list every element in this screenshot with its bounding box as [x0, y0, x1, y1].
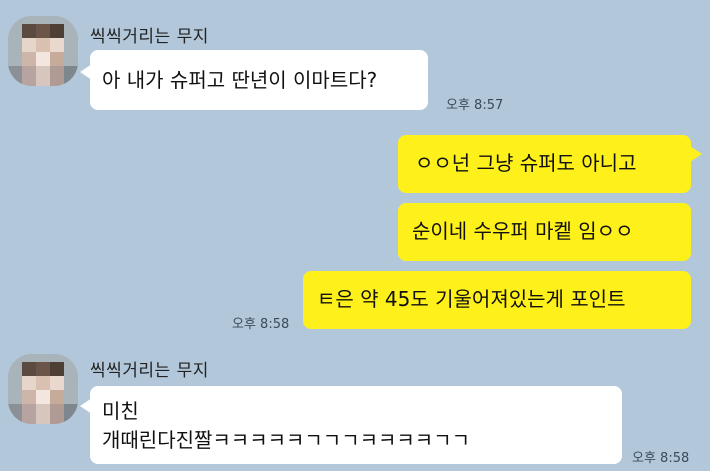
chat-room: 씩씩거리는 무지 아 내가 슈퍼고 딴년이 이마트다? 오후 8:57 ㅇㅇ넌 … — [0, 0, 710, 471]
message-time: 오후 8:57 — [446, 98, 504, 113]
sender-name: 씩씩거리는 무지 — [90, 27, 209, 47]
blurred-avatar-icon — [8, 16, 78, 86]
message-bubble[interactable]: ㅌ은 약 45도 기울어져있는게 포인트 — [303, 271, 691, 329]
avatar-icon[interactable] — [8, 354, 78, 424]
blurred-avatar-icon — [8, 354, 78, 424]
message-bubble[interactable]: ㅇㅇ넌 그냥 슈퍼도 아니고 — [398, 135, 691, 193]
message-text-line: 개때린다진짤ㅋㅋㅋㅋㅋㄱㄱㄱㅋㅋㅋㅋㄱㄱ — [102, 428, 470, 452]
message-text: 아 내가 슈퍼고 딴년이 이마트다? — [102, 68, 378, 92]
sender-name: 씩씩거리는 무지 — [90, 361, 209, 381]
bubble-tail — [690, 146, 702, 162]
message-time: 오후 8:58 — [632, 451, 690, 466]
message-text: ㅇㅇ넌 그냥 슈퍼도 아니고 — [415, 151, 637, 175]
message-text: ㅌ은 약 45도 기울어져있는게 포인트 — [317, 287, 626, 311]
message-bubble[interactable]: 아 내가 슈퍼고 딴년이 이마트다? — [90, 50, 428, 110]
message-bubble[interactable]: 순이네 수우퍼 마켙 임ㅇㅇ — [398, 203, 691, 261]
message-text-line: 미친 — [102, 399, 139, 423]
avatar-icon[interactable] — [8, 16, 78, 86]
message-bubble[interactable]: 미친 개때린다진짤ㅋㅋㅋㅋㅋㄱㄱㄱㅋㅋㅋㅋㄱㄱ — [90, 386, 622, 464]
message-time: 오후 8:58 — [232, 317, 290, 332]
message-text: 순이네 수우퍼 마켙 임ㅇㅇ — [412, 219, 634, 243]
